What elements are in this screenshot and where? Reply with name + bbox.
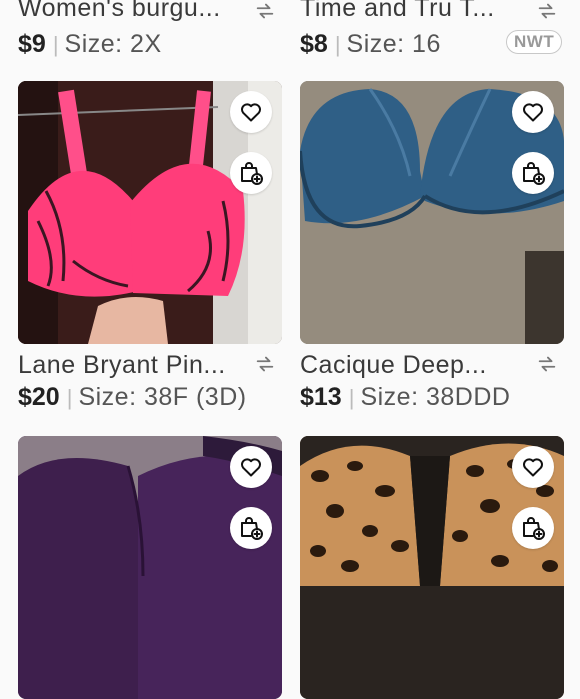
listing-title: Lane Bryant Pin... — [18, 351, 226, 379]
divider: | — [334, 32, 341, 57]
listing-title: Cacique Deep... — [300, 351, 487, 379]
swap-arrows-icon — [256, 3, 274, 19]
listing-size: Size: 38DDD — [360, 383, 511, 411]
swap-arrows-icon — [256, 356, 274, 372]
divider: | — [52, 32, 59, 57]
listing-price: $20 — [18, 383, 60, 411]
swap-arrows-icon — [538, 356, 556, 372]
nwt-badge: NWT — [506, 30, 563, 54]
bag-add-icon — [241, 517, 263, 540]
listing-size: Size: 2X — [64, 30, 162, 58]
add-to-bundle-button[interactable] — [512, 152, 554, 194]
listing-meta: $8 | Size: 16 — [300, 30, 441, 59]
listing-meta: $13 | Size: 38DDD — [300, 383, 510, 412]
listing-size: Size: 38F (3D) — [78, 383, 247, 411]
listing-title: Women's burgu... — [18, 0, 221, 22]
listing-meta: $20 | Size: 38F (3D) — [18, 383, 247, 412]
swap-arrows-icon — [538, 3, 556, 19]
heart-icon — [241, 103, 261, 122]
bag-add-icon — [241, 162, 263, 185]
divider: | — [348, 385, 355, 410]
listing-price: $13 — [300, 383, 342, 411]
like-button[interactable] — [230, 91, 272, 133]
like-button[interactable] — [512, 446, 554, 488]
heart-icon — [523, 458, 543, 477]
listing-price: $9 — [18, 30, 46, 58]
listing-title: Time and Tru T... — [300, 0, 495, 22]
bag-add-icon — [523, 517, 545, 540]
listing-meta: $9 | Size: 2X — [18, 30, 162, 59]
like-button[interactable] — [230, 446, 272, 488]
heart-icon — [523, 103, 543, 122]
add-to-bundle-button[interactable] — [512, 507, 554, 549]
divider: | — [66, 385, 73, 410]
listing-size: Size: 16 — [346, 30, 441, 58]
add-to-bundle-button[interactable] — [230, 507, 272, 549]
bag-add-icon — [523, 162, 545, 185]
add-to-bundle-button[interactable] — [230, 152, 272, 194]
listing-price: $8 — [300, 30, 328, 58]
like-button[interactable] — [512, 91, 554, 133]
heart-icon — [241, 458, 261, 477]
